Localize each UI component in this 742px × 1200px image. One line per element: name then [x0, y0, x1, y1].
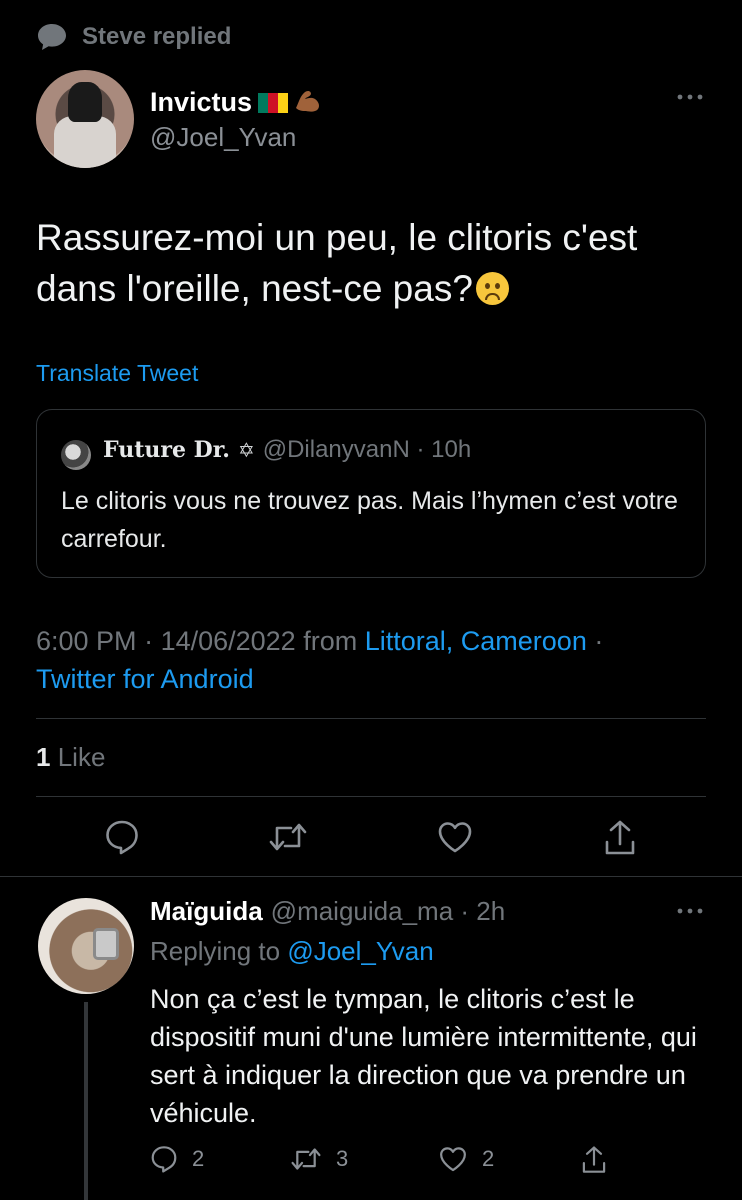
quoted-tweet[interactable]: Future Dr. ✡ @DilanyvanN · 10h Le clitor… — [36, 409, 706, 578]
reply-icon[interactable] — [104, 818, 140, 856]
retweet-count: 3 — [336, 1146, 349, 1171]
tweet-metadata: 6:00 PM · 14/06/2022 from Littoral, Came… — [36, 626, 604, 694]
author-name[interactable]: Invictus — [150, 84, 324, 121]
like-count: 2 — [482, 1146, 495, 1171]
retweet-icon — [290, 1144, 322, 1174]
speech-bubble-icon — [36, 22, 68, 52]
social-context[interactable]: Steve replied — [36, 20, 231, 54]
divider — [0, 876, 742, 877]
quoted-handle-time: @DilanyvanN · 10h — [262, 436, 472, 463]
author-avatar[interactable] — [36, 70, 134, 168]
reply-reply-button[interactable]: 2 — [150, 1144, 204, 1174]
author-name-text: Invictus — [150, 87, 253, 117]
share-icon[interactable] — [602, 818, 638, 858]
tweet-date[interactable]: 14/06/2022 — [161, 626, 296, 656]
replying-to-label: Replying to — [150, 936, 281, 966]
divider — [36, 796, 706, 797]
reply-handle[interactable]: @maiguida_ma — [271, 896, 453, 926]
replying-to-handle[interactable]: @Joel_Yvan — [287, 936, 433, 966]
social-context-text: Steve replied — [82, 23, 232, 50]
like-icon[interactable] — [436, 818, 474, 856]
more-options-icon[interactable] — [676, 92, 704, 102]
quoted-avatar[interactable] — [61, 440, 91, 470]
reply-author-name[interactable]: Maïguida — [150, 896, 263, 927]
reply-avatar[interactable] — [38, 898, 134, 994]
from-label: from — [303, 626, 358, 656]
more-options-icon[interactable] — [676, 906, 704, 916]
divider — [36, 718, 706, 719]
quoted-time: 10h — [431, 436, 472, 463]
reply-text: Non ça c’est le tympan, le clitoris c’es… — [150, 984, 697, 1128]
tweet-location[interactable]: Littoral, Cameroon — [365, 626, 587, 656]
quoted-handle: @DilanyvanN — [262, 436, 410, 463]
tweet-body: Rassurez-moi un peu, le clitoris c'est d… — [36, 217, 638, 309]
likes-count: 1 — [36, 742, 51, 772]
quoted-badge-icon: ✡ — [237, 439, 255, 462]
reply-count: 2 — [192, 1146, 205, 1171]
reply-icon — [150, 1144, 178, 1174]
quoted-header: Future Dr. ✡ @DilanyvanN · 10h — [103, 436, 471, 464]
share-icon — [580, 1144, 608, 1176]
tweet-time[interactable]: 6:00 PM — [36, 626, 137, 656]
tweet-text: Rassurez-moi un peu, le clitoris c'est d… — [36, 212, 716, 314]
reply-handle-time: @maiguida_ma · 2h — [270, 896, 506, 926]
quoted-text: Le clitoris vous ne trouvez pas. Mais l’… — [61, 487, 678, 553]
quoted-name: Future Dr. — [103, 437, 230, 463]
like-icon — [438, 1144, 468, 1174]
tweet-client[interactable]: Twitter for Android — [36, 664, 254, 694]
author-handle[interactable]: @Joel_Yvan — [150, 122, 296, 153]
likes-stat[interactable]: 1 Like — [36, 742, 105, 773]
replying-to: Replying to @Joel_Yvan — [150, 936, 434, 967]
reply-share-button[interactable] — [580, 1144, 608, 1176]
retweet-icon[interactable] — [268, 818, 308, 856]
reply-header: Maïguida @maiguida_ma · 2h — [150, 896, 505, 927]
reply-time[interactable]: 2h — [476, 896, 505, 926]
flexed-biceps-icon — [292, 84, 324, 121]
reply-like-button[interactable]: 2 — [438, 1144, 494, 1174]
reply-retweet-button[interactable]: 3 — [290, 1144, 348, 1174]
translate-tweet-link[interactable]: Translate Tweet — [36, 360, 198, 387]
frowning-face-emoji-icon — [475, 272, 509, 305]
cameroon-flag-icon — [258, 92, 289, 113]
likes-label: Like — [57, 742, 106, 772]
thread-line — [84, 1002, 88, 1200]
